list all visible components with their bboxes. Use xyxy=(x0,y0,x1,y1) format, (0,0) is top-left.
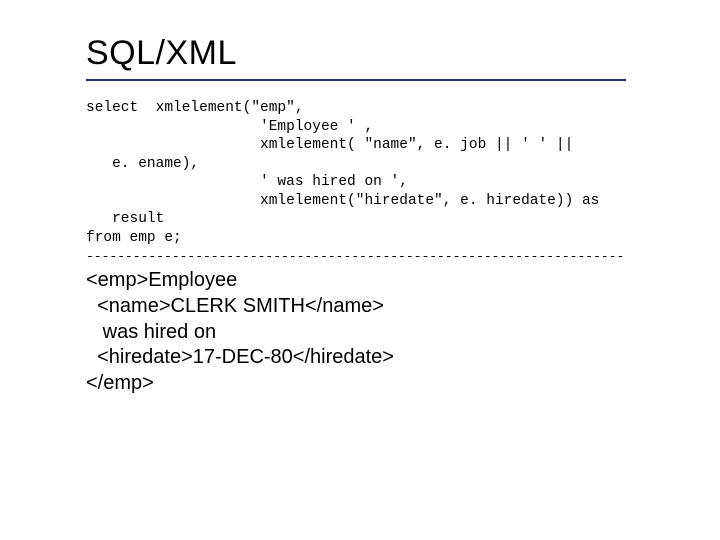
output-line: <hiredate>17-DEC-80</hiredate> xyxy=(86,346,394,368)
title-underline xyxy=(86,79,626,81)
output-line: <emp>Employee xyxy=(86,269,237,291)
output-line: was hired on xyxy=(86,321,216,343)
output-line: </emp> xyxy=(86,372,154,394)
output-line: <name>CLERK SMITH</name> xyxy=(86,295,384,317)
code-line: xmlelement("hiredate", e. hiredate)) as xyxy=(86,193,608,209)
code-line: ' was hired on ', xyxy=(86,174,408,190)
code-line: xmlelement( "name", e. job || ' ' || xyxy=(86,137,582,153)
separator-line: ----------------------------------------… xyxy=(86,249,626,264)
slide-title: SQL/XML xyxy=(86,34,720,73)
code-line: e. ename), xyxy=(86,156,199,172)
code-line: from emp e; xyxy=(86,230,182,246)
code-line: result xyxy=(86,211,164,227)
code-line: select xmlelement("emp", xyxy=(86,100,304,116)
code-line: 'Employee ' , xyxy=(86,119,373,135)
xml-output-block: <emp>Employee <name>CLERK SMITH</name> w… xyxy=(86,268,720,396)
sql-code-block: select xmlelement("emp", 'Employee ' , x… xyxy=(86,99,720,247)
slide: SQL/XML select xmlelement("emp", 'Employ… xyxy=(0,0,720,540)
